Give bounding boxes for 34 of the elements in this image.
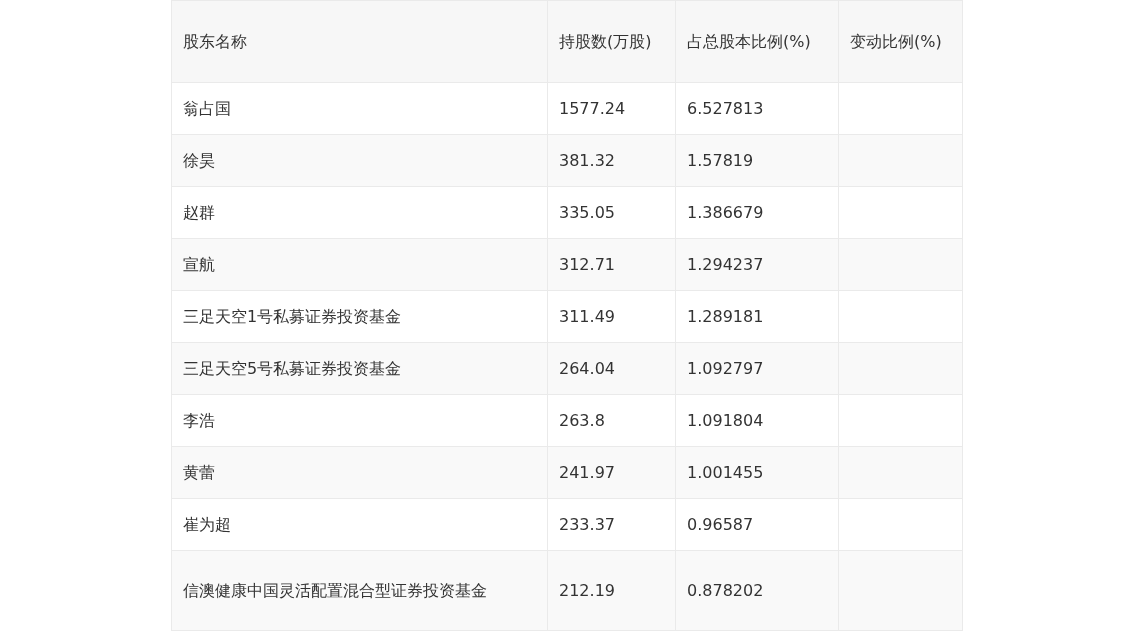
table-cell: 翁占国 xyxy=(171,82,548,135)
table-cell: 1.001455 xyxy=(675,446,839,499)
column-header: 持股数(万股) xyxy=(547,0,676,83)
table-cell: 263.8 xyxy=(547,394,676,447)
table-cell: 徐昊 xyxy=(171,134,548,187)
table-cell: 三足天空1号私募证券投资基金 xyxy=(171,290,548,343)
table-cell: 212.19 xyxy=(547,550,676,631)
table-cell: 宣航 xyxy=(171,238,548,291)
table-cell: 312.71 xyxy=(547,238,676,291)
table-cell: 264.04 xyxy=(547,342,676,395)
table-cell: 1.289181 xyxy=(675,290,839,343)
table-cell: 1.57819 xyxy=(675,134,839,187)
table-cell: 1.294237 xyxy=(675,238,839,291)
table-cell: 黄蕾 xyxy=(171,446,548,499)
table-cell: 381.32 xyxy=(547,134,676,187)
column-header: 股东名称 xyxy=(171,0,548,83)
table-cell: 1577.24 xyxy=(547,82,676,135)
table-cell: 信澳健康中国灵活配置混合型证券投资基金 xyxy=(171,550,548,631)
table-cell: 6.527813 xyxy=(675,82,839,135)
table-cell: 1.092797 xyxy=(675,342,839,395)
table-cell: 崔为超 xyxy=(171,498,548,551)
table-cell: 241.97 xyxy=(547,446,676,499)
table-cell: 0.96587 xyxy=(675,498,839,551)
table-cell: 赵群 xyxy=(171,186,548,239)
table-cell: 1.386679 xyxy=(675,186,839,239)
table-cell: 233.37 xyxy=(547,498,676,551)
table-cell: 335.05 xyxy=(547,186,676,239)
table-cell: 李浩 xyxy=(171,394,548,447)
table-cell: 三足天空5号私募证券投资基金 xyxy=(171,342,548,395)
column-header: 变动比例(%) xyxy=(838,0,963,83)
column-header: 占总股本比例(%) xyxy=(675,0,839,83)
table-cell: 1.091804 xyxy=(675,394,839,447)
table-cell: 0.878202 xyxy=(675,550,839,631)
table-cell: 311.49 xyxy=(547,290,676,343)
